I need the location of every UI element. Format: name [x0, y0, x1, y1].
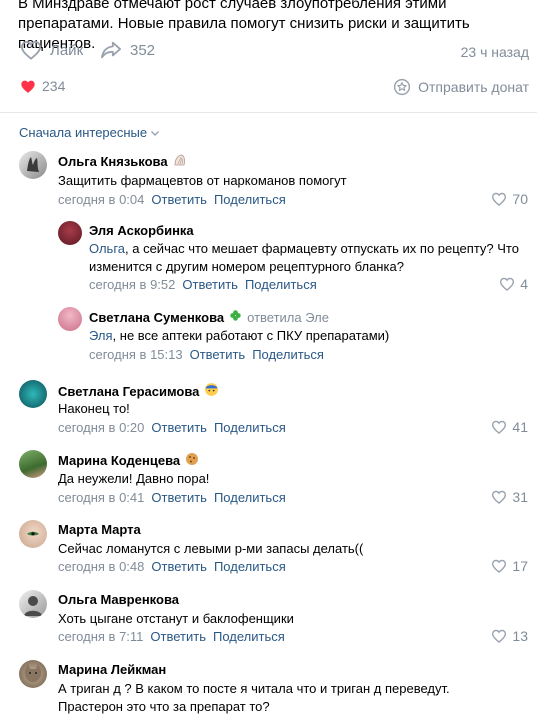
- avatar[interactable]: [19, 380, 47, 408]
- comment-author[interactable]: Эля Аскорбинка: [89, 223, 194, 238]
- face-emoji-icon: [204, 382, 219, 400]
- heart-outline-icon: [20, 41, 42, 60]
- comment-like-count: 41: [512, 419, 528, 435]
- comment-like-button[interactable]: 70: [491, 191, 528, 207]
- comment-time[interactable]: сегодня в 7:11: [58, 629, 143, 644]
- comment-like-count: 17: [512, 558, 528, 574]
- reply-button[interactable]: Ответить: [151, 420, 207, 435]
- share-link[interactable]: Поделиться: [252, 347, 324, 362]
- comment-time[interactable]: сегодня в 0:48: [58, 559, 144, 574]
- comment-text: Эля, не все аптеки работают с ПКУ препар…: [89, 328, 390, 343]
- comment-time[interactable]: сегодня в 9:52: [89, 277, 175, 292]
- sort-dropdown[interactable]: Сначала интересные: [19, 125, 160, 140]
- comment-time[interactable]: сегодня в 0:04: [58, 192, 144, 207]
- replied-to[interactable]: ответила Эле: [247, 310, 329, 325]
- comment-author[interactable]: Светлана Суменкова ответила Эле: [89, 309, 329, 325]
- comment-text: Да неужели! Давно пора!: [58, 471, 210, 486]
- reply-button[interactable]: Ответить: [150, 629, 206, 644]
- comment-like-count: 4: [520, 276, 528, 292]
- avatar[interactable]: [58, 221, 82, 245]
- avatar[interactable]: [19, 590, 47, 618]
- avatar[interactable]: [19, 520, 47, 548]
- heart-filled-icon: [21, 80, 35, 93]
- reply-button[interactable]: Ответить: [190, 347, 246, 362]
- comment-footer: сегодня в 15:13 Ответить Поделиться: [89, 347, 324, 362]
- clover-emoji-icon: [229, 309, 242, 325]
- reply-button[interactable]: Ответить: [151, 490, 207, 505]
- reply-button[interactable]: Ответить: [182, 277, 238, 292]
- donate-button[interactable]: Отправить донат: [393, 78, 529, 96]
- avatar[interactable]: [19, 660, 47, 688]
- share-button[interactable]: 352: [100, 40, 155, 60]
- reply-button[interactable]: Ответить: [151, 192, 207, 207]
- heart-outline-icon: [492, 490, 507, 504]
- share-link[interactable]: Поделиться: [214, 192, 286, 207]
- comment-like-count: 31: [512, 489, 528, 505]
- comment-like-count: 70: [512, 191, 528, 207]
- heart-outline-icon: [492, 559, 507, 573]
- comment-author[interactable]: Ольга Мавренкова: [58, 592, 179, 607]
- comment-author[interactable]: Марина Лейкман: [58, 662, 166, 677]
- share-link[interactable]: Поделиться: [214, 420, 286, 435]
- divider: [0, 112, 537, 113]
- share-arrow-icon: [101, 41, 121, 59]
- comment-time[interactable]: сегодня в 0:41: [58, 490, 144, 505]
- share-link[interactable]: Поделиться: [214, 490, 286, 505]
- reactions[interactable]: 234: [20, 78, 65, 94]
- comment-footer: сегодня в 0:20 Ответить Поделиться: [58, 420, 286, 435]
- like-label: Лайк: [50, 41, 84, 59]
- comment-text: Защитить фармацевтов от наркоманов помог…: [58, 173, 347, 188]
- comment-time[interactable]: сегодня в 0:20: [58, 420, 144, 435]
- heart-outline-icon: [500, 277, 515, 291]
- donate-label: Отправить донат: [418, 79, 529, 95]
- comment-like-button[interactable]: 4: [499, 276, 528, 292]
- comment-author[interactable]: Марина Коденцева: [58, 452, 199, 469]
- mention-link[interactable]: Ольга: [89, 241, 125, 256]
- comment-author[interactable]: Светлана Герасимова: [58, 382, 219, 400]
- comment-footer: сегодня в 9:52 Ответить Поделиться: [89, 277, 317, 292]
- post-meta: 234 Отправить донат: [0, 76, 537, 98]
- share-count: 352: [130, 41, 156, 59]
- comment-author[interactable]: Марта Марта: [58, 522, 141, 537]
- comment-text: Хоть цыгане отстанут и баклофенщики: [58, 611, 294, 626]
- comment-text: А триган д ? В каком то посте я читала ч…: [58, 681, 450, 714]
- reactions-count: 234: [42, 78, 66, 94]
- cookie-emoji-icon: [185, 452, 199, 469]
- share-link[interactable]: Поделиться: [245, 277, 317, 292]
- post-actions: Лайк 352 23 ч назад: [0, 40, 537, 66]
- avatar[interactable]: [58, 307, 82, 331]
- heart-outline-icon: [492, 420, 507, 434]
- heart-outline-icon: [492, 192, 507, 206]
- comment-like-count: 13: [512, 628, 528, 644]
- share-link[interactable]: Поделиться: [214, 559, 286, 574]
- chevron-down-icon: [151, 130, 160, 136]
- avatar[interactable]: [19, 450, 47, 478]
- shell-emoji-icon: [173, 153, 187, 170]
- comment-text: Ольга, а сейчас что мешает фармацевту от…: [89, 241, 519, 274]
- donate-icon: [394, 78, 411, 96]
- heart-outline-icon: [492, 629, 507, 643]
- sort-label: Сначала интересные: [19, 125, 148, 140]
- comment-footer: сегодня в 7:11 Ответить Поделиться: [58, 629, 285, 644]
- avatar[interactable]: [19, 151, 47, 179]
- comment-footer: сегодня в 0:41 Ответить Поделиться: [58, 490, 286, 505]
- like-button[interactable]: Лайк: [20, 40, 83, 60]
- comment-text: Наконец то!: [58, 401, 130, 416]
- post-time[interactable]: 23 ч назад: [461, 44, 529, 60]
- comment-like-button[interactable]: 17: [491, 558, 528, 574]
- comment-footer: сегодня в 0:04 Ответить Поделиться: [58, 192, 286, 207]
- comment-text: Сейчас ломанутся с левыми р-ми запасы де…: [58, 541, 364, 556]
- comment-author[interactable]: Ольга Князькова: [58, 153, 187, 170]
- mention-link[interactable]: Эля: [89, 328, 113, 343]
- share-link[interactable]: Поделиться: [213, 629, 285, 644]
- comment-like-button[interactable]: 41: [491, 419, 528, 435]
- comment-like-button[interactable]: 13: [491, 628, 528, 644]
- comment-time[interactable]: сегодня в 15:13: [89, 347, 183, 362]
- comment-footer: сегодня в 0:48 Ответить Поделиться: [58, 559, 286, 574]
- comment-like-button[interactable]: 31: [491, 489, 528, 505]
- reply-button[interactable]: Ответить: [151, 559, 207, 574]
